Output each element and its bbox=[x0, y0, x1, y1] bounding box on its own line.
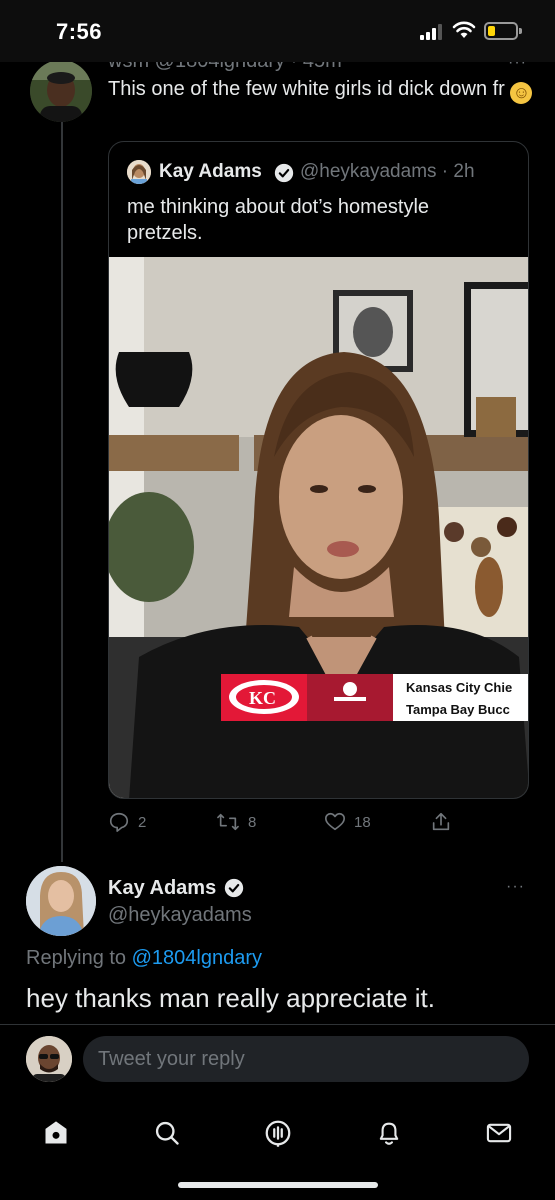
verified-badge-icon bbox=[224, 878, 244, 898]
wifi-icon bbox=[452, 21, 476, 38]
tweet-text: This one of the few white girls id dick … bbox=[108, 76, 538, 104]
tab-search[interactable] bbox=[142, 1108, 192, 1158]
home-indicator[interactable] bbox=[178, 1182, 378, 1188]
reply-author-handle: @heykayadams bbox=[108, 904, 252, 926]
tab-messages[interactable] bbox=[474, 1108, 524, 1158]
share-icon bbox=[432, 812, 450, 831]
avatar[interactable] bbox=[26, 866, 96, 936]
replying-to-line: Replying to @1804lgndary bbox=[26, 947, 262, 970]
reply-button[interactable]: 2 bbox=[108, 808, 146, 836]
reply-icon bbox=[109, 812, 129, 832]
notifications-icon bbox=[379, 1122, 399, 1145]
quoted-tweet-text: me thinking about dot’s homestyle pretze… bbox=[127, 196, 430, 244]
heart-icon bbox=[325, 812, 345, 831]
cellular-signal-icon bbox=[420, 24, 442, 40]
retweet-button[interactable]: 8 bbox=[216, 808, 256, 836]
quoted-avatar bbox=[127, 160, 151, 184]
reply-count: 2 bbox=[138, 813, 147, 831]
divider bbox=[0, 1024, 555, 1025]
verified-badge-icon bbox=[274, 163, 294, 183]
quoted-author-name: Kay Adams bbox=[159, 161, 262, 182]
like-count: 18 bbox=[354, 813, 371, 831]
tweet-text-body: This one of the few white girls id dick … bbox=[108, 78, 505, 100]
quoted-media-video[interactable]: KC Kansas City Chie Tampa Bay Bucc bbox=[109, 257, 528, 798]
quoted-author-handle: @heykayadams · 2h bbox=[300, 161, 475, 182]
score-line-away: Tampa Bay Bucc bbox=[406, 702, 510, 717]
smiling-emoji-icon: ☺ bbox=[510, 82, 533, 104]
tab-notifications[interactable] bbox=[364, 1108, 414, 1158]
tab-spaces[interactable] bbox=[253, 1108, 303, 1158]
tweet-actions: 2 8 18 bbox=[108, 808, 528, 836]
reply-composer-input[interactable] bbox=[83, 1036, 529, 1082]
like-button[interactable]: 18 bbox=[324, 808, 371, 836]
reply-tweet-text: hey thanks man really appreciate it. bbox=[26, 983, 435, 1013]
replying-mention-link[interactable]: @1804lgndary bbox=[132, 947, 262, 969]
home-icon bbox=[45, 1121, 67, 1144]
score-line-home: Kansas City Chie bbox=[406, 680, 513, 695]
retweet-count: 8 bbox=[248, 813, 257, 831]
svg-text:KC: KC bbox=[249, 688, 276, 708]
status-time: 7:56 bbox=[56, 19, 103, 44]
reply-author-name: Kay Adams bbox=[108, 877, 217, 899]
battery-icon bbox=[484, 22, 522, 40]
composer-avatar bbox=[26, 1036, 72, 1082]
replying-prefix: Replying to bbox=[26, 947, 127, 969]
status-bar: 7:56 bbox=[0, 0, 555, 62]
spaces-icon bbox=[265, 1120, 291, 1147]
more-options-icon[interactable]: ··· bbox=[506, 878, 525, 896]
share-button[interactable] bbox=[430, 808, 452, 836]
messages-icon bbox=[486, 1123, 512, 1143]
tab-home[interactable] bbox=[31, 1108, 81, 1158]
avatar[interactable] bbox=[30, 60, 92, 122]
search-icon bbox=[155, 1121, 179, 1145]
retweet-icon bbox=[217, 813, 239, 831]
quoted-tweet-card[interactable]: Kay Adams @heykayadams · 2h me thinking … bbox=[108, 141, 529, 799]
thread-connector-line bbox=[61, 122, 63, 862]
